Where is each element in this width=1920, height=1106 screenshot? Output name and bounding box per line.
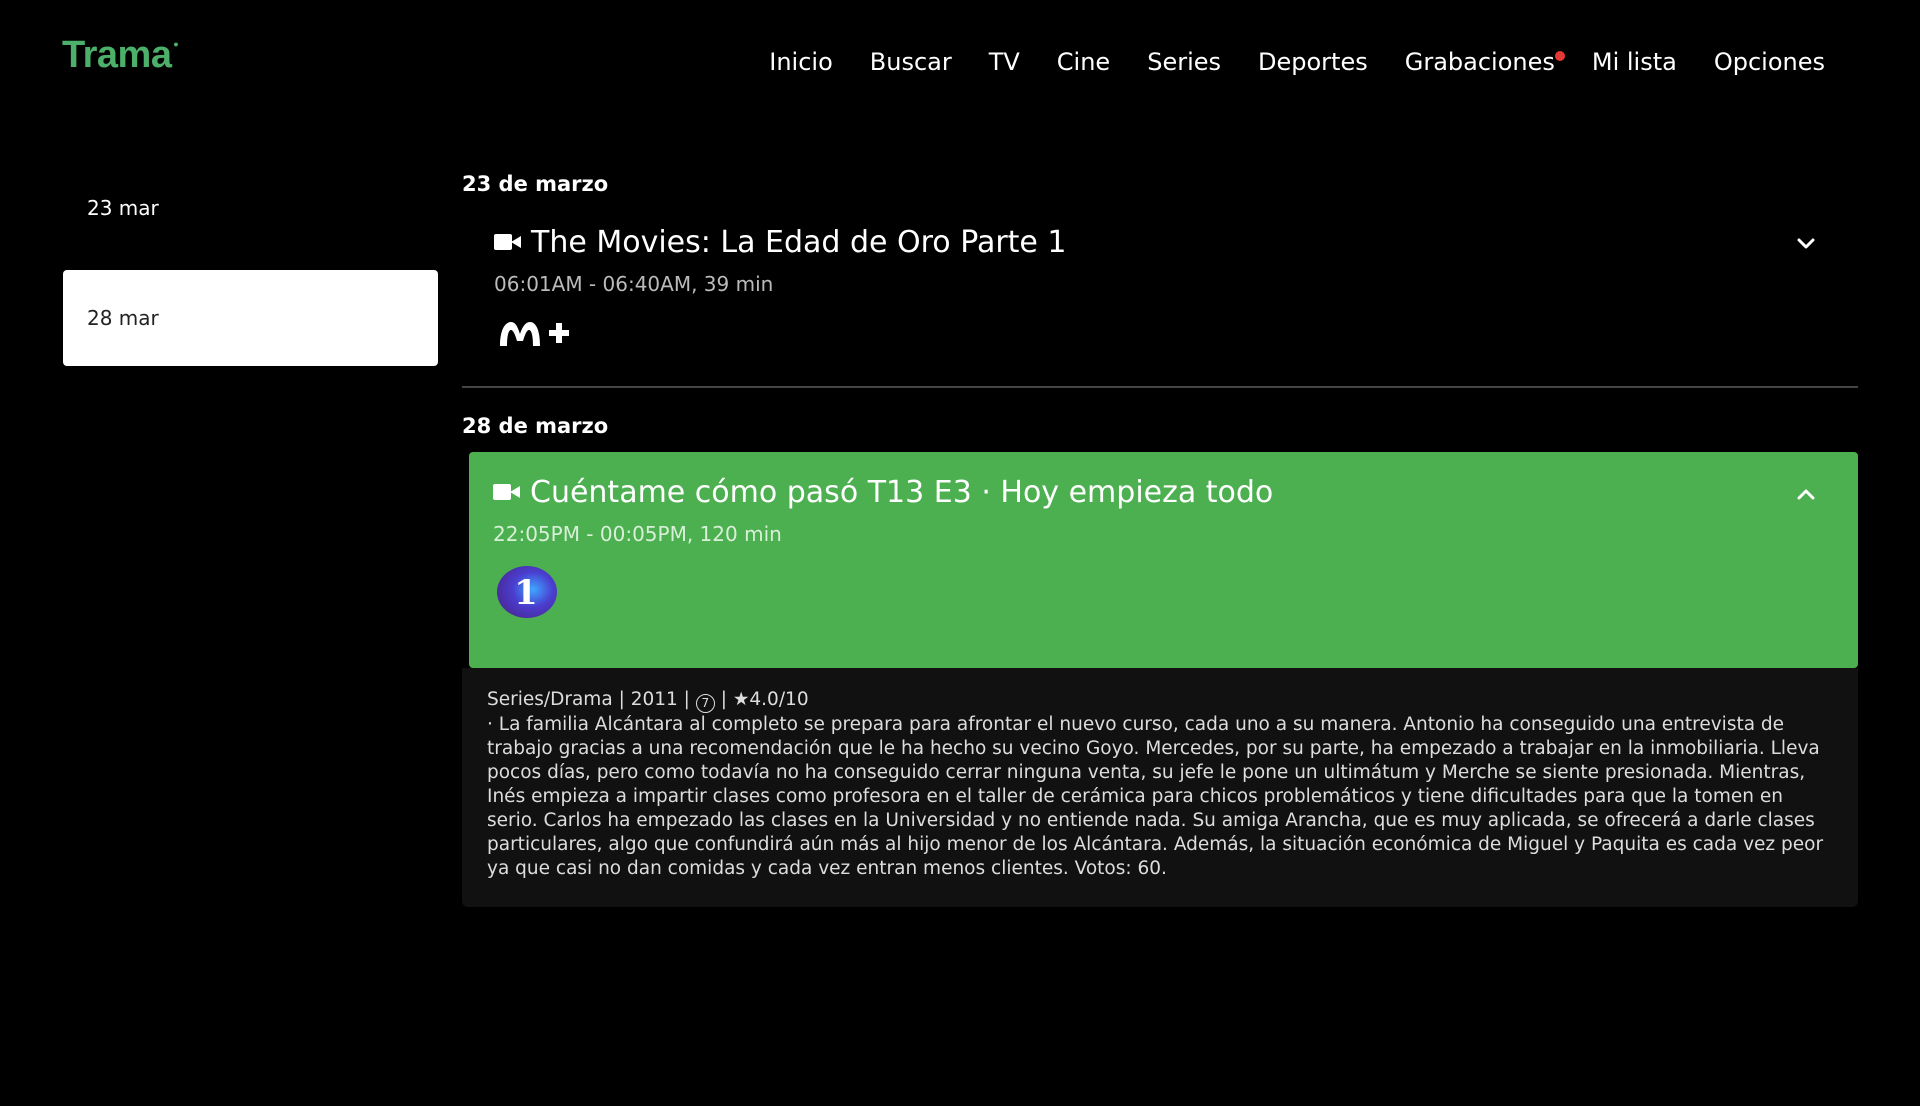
date-item-28-mar[interactable]: 28 mar <box>63 270 438 366</box>
nav-label: Inicio <box>769 48 833 76</box>
nav-label: Buscar <box>869 48 952 76</box>
nav-label: Deportes <box>1258 48 1368 76</box>
nav-item-series[interactable]: Series <box>1147 48 1221 76</box>
main-nav: Inicio Buscar TV Cine Series Deportes Gr… <box>732 48 1825 76</box>
genre-label: Series/Drama <box>487 689 613 710</box>
program-time: 06:01AM - 06:40AM, 39 min <box>494 272 774 296</box>
nav-item-tv[interactable]: TV <box>989 48 1020 76</box>
top-header: Trama • Inicio Buscar TV Cine Series Depo… <box>0 0 1920 130</box>
section-heading: 28 de marzo <box>462 414 609 438</box>
program-title: Cuéntame cómo pasó T13 E3 · Hoy empieza … <box>530 474 1274 510</box>
video-camera-icon <box>493 482 521 502</box>
chevron-down-icon[interactable] <box>1796 234 1816 254</box>
nav-label: Grabaciones <box>1404 48 1555 76</box>
nav-item-opciones[interactable]: Opciones <box>1714 48 1825 76</box>
date-label: 28 mar <box>87 306 159 330</box>
nav-item-grabaciones[interactable]: Grabaciones <box>1404 48 1565 76</box>
program-details: Series/Drama | 2011 | 7 | ★4.0/10 · La f… <box>462 668 1858 907</box>
channel-number: 1 <box>514 573 538 613</box>
channel-logo-mplus <box>494 308 1834 354</box>
program-time: 22:05PM - 00:05PM, 120 min <box>493 522 782 546</box>
section-heading: 23 de marzo <box>462 172 609 196</box>
nav-label: Cine <box>1056 48 1111 76</box>
video-camera-icon <box>494 232 522 252</box>
date-label: 23 mar <box>87 196 159 220</box>
nav-label: Opciones <box>1713 48 1825 76</box>
logo-dot: • <box>173 36 178 52</box>
date-sidebar: 23 mar 28 mar <box>63 160 438 380</box>
program-card[interactable]: The Movies: La Edad de Oro Parte 1 06:01… <box>462 202 1858 378</box>
nav-item-deportes[interactable]: Deportes <box>1258 48 1368 76</box>
date-item-23-mar[interactable]: 23 mar <box>63 160 438 256</box>
nav-label: Series <box>1147 48 1222 76</box>
age-rating-icon: 7 <box>695 694 715 713</box>
nav-item-cine[interactable]: Cine <box>1057 48 1110 76</box>
program-meta: Series/Drama | 2011 | 7 | ★4.0/10 <box>487 688 1828 713</box>
nav-label: TV <box>988 48 1020 76</box>
chevron-up-icon[interactable] <box>1796 484 1816 504</box>
year-label: 2011 <box>630 689 678 710</box>
program-title: The Movies: La Edad de Oro Parte 1 <box>531 224 1067 260</box>
nav-item-mi-lista[interactable]: Mi lista <box>1592 48 1677 76</box>
logo-text: Trama <box>62 34 172 76</box>
program-description: · La familia Alcántara al completo se pr… <box>487 714 1824 879</box>
nav-label: Mi lista <box>1591 48 1677 76</box>
recordings-list: 23 de marzo The Movies: La Edad de Oro P… <box>462 172 1858 907</box>
rating-label: ★4.0/10 <box>732 689 809 710</box>
nav-item-buscar[interactable]: Buscar <box>870 48 952 76</box>
notification-dot <box>1554 51 1565 61</box>
app-logo[interactable]: Trama • <box>62 34 178 77</box>
program-card-expanded[interactable]: Cuéntame cómo pasó T13 E3 · Hoy empieza … <box>469 452 1858 668</box>
nav-item-inicio[interactable]: Inicio <box>769 48 833 76</box>
channel-logo-la1: 1 <box>493 564 1834 624</box>
